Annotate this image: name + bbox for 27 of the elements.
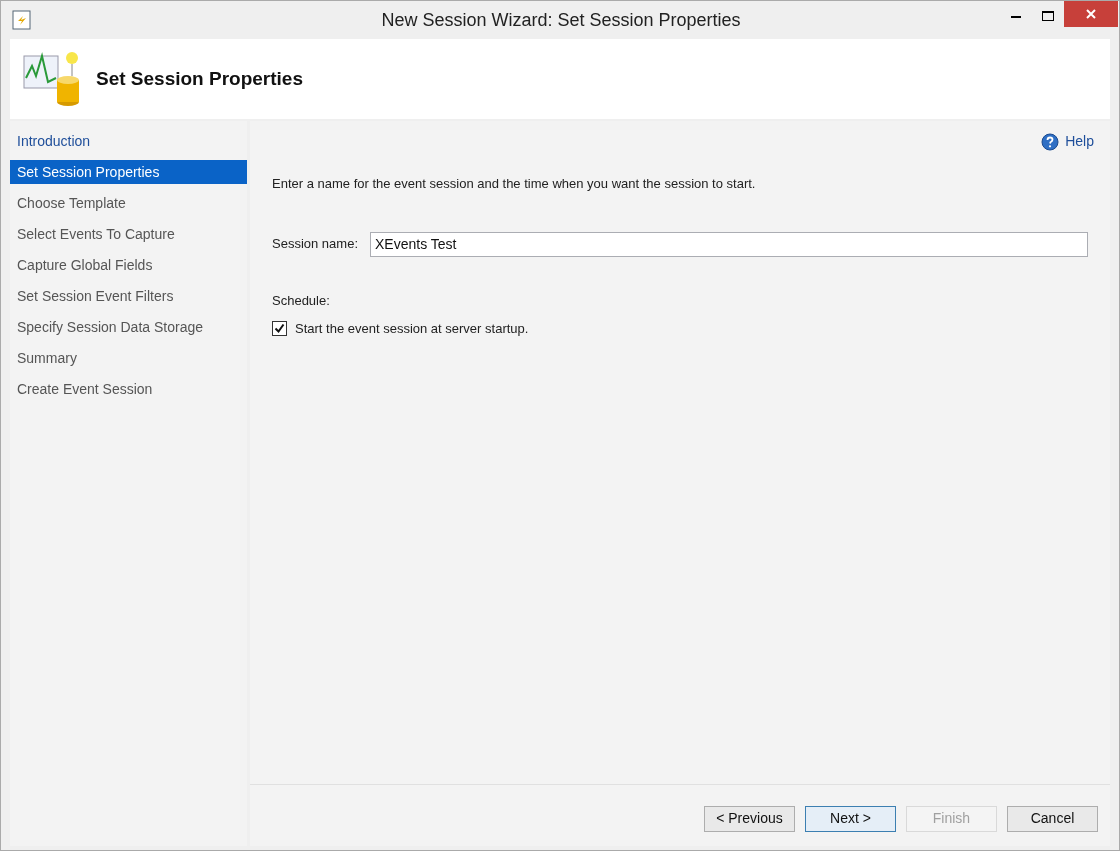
checkbox-label: Start the event session at server startup. <box>295 320 529 338</box>
checkbox[interactable] <box>272 321 287 337</box>
instruction-text: Enter a name for the event session and the time when you want the session to start. <box>272 175 757 193</box>
wizard-step[interactable]: Set Session Properties <box>10 160 247 184</box>
close-icon <box>1086 9 1096 19</box>
close-button[interactable] <box>1064 1 1118 27</box>
wizard-step[interactable]: Specify Session Data Storage <box>10 315 247 339</box>
minimize-icon <box>1011 14 1021 18</box>
help-icon <box>1041 132 1060 151</box>
wizard-button[interactable]: Next > <box>805 805 896 832</box>
wizard-step[interactable]: Summary <box>10 346 247 370</box>
wizard-step[interactable]: Capture Global Fields <box>10 253 247 277</box>
session-name-field[interactable]: XEvents Test <box>370 231 1088 257</box>
session-name-label: Session name: <box>272 235 359 254</box>
help-link[interactable]: Help <box>1041 131 1094 152</box>
wizard-step[interactable]: Set Session Event Filters <box>10 284 247 308</box>
wizard-step[interactable]: Select Events To Capture <box>10 222 247 246</box>
schedule-label: Schedule: <box>272 291 331 310</box>
wizard-button[interactable]: Cancel <box>1007 805 1098 832</box>
maximize-icon <box>1042 11 1054 21</box>
wizard-step[interactable]: Choose Template <box>10 191 247 215</box>
page-title: Set Session Properties <box>96 66 303 91</box>
wizard-step[interactable]: Introduction <box>10 129 247 153</box>
app-icon <box>11 9 33 31</box>
wizard-button[interactable]: < Previous <box>704 805 795 832</box>
window-title: New Session Wizard: Set Session Properties <box>380 8 742 32</box>
wizard-step[interactable]: Create Event Session <box>10 377 247 401</box>
